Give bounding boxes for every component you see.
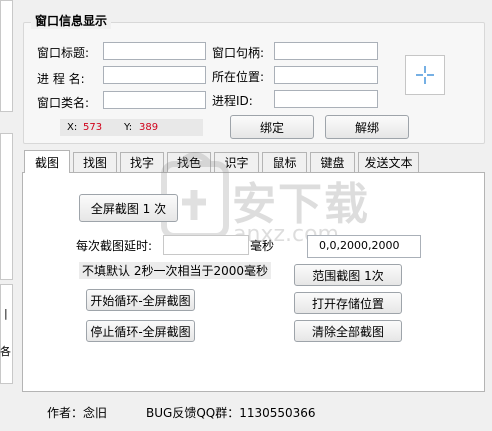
left-edge-char-1: | xyxy=(4,307,8,320)
process-id-field[interactable] xyxy=(274,90,378,108)
x-coord-label: X: xyxy=(67,122,78,133)
fullscreen-capture-button[interactable]: 全屏截图 1 次 xyxy=(79,194,178,222)
capture-region-input[interactable]: 0,0,2000,2000 xyxy=(307,235,421,258)
left-panel-edge-bottom: | 各 xyxy=(0,284,13,384)
mouse-coords-readout: X: 573 Y: 389 xyxy=(60,119,203,136)
window-handle-label: 窗口句柄: xyxy=(212,46,265,60)
window-title-field[interactable] xyxy=(103,42,206,60)
bind-button[interactable]: 绑定 xyxy=(230,115,314,139)
tab-screenshot[interactable]: 截图 xyxy=(24,150,70,173)
author-label: 作者：念旧 xyxy=(47,406,108,420)
window-class-label: 窗口类名: xyxy=(37,96,90,110)
crosshair-icon xyxy=(416,66,434,84)
delay-input[interactable] xyxy=(163,235,249,255)
window-class-field[interactable] xyxy=(103,91,206,109)
unbind-button[interactable]: 解绑 xyxy=(325,115,409,139)
crosshair-picker[interactable] xyxy=(405,55,445,95)
open-folder-button[interactable]: 打开存储位置 xyxy=(294,292,402,314)
process-id-label: 进程ID: xyxy=(212,94,253,108)
location-label: 所在位置: xyxy=(212,70,265,84)
delay-hint-text: 不填默认 2秒一次相当于2000毫秒 xyxy=(79,262,271,279)
process-name-label: 进 程 名: xyxy=(37,72,85,86)
window-title-label: 窗口标题: xyxy=(37,46,90,60)
tab-find-image[interactable]: 找图 xyxy=(73,152,117,172)
left-panel-edge-middle xyxy=(0,133,13,280)
clear-all-screenshots-button[interactable]: 清除全部截图 xyxy=(294,320,402,342)
window-info-group-title: 窗口信息显示 xyxy=(31,12,112,29)
location-field[interactable] xyxy=(274,66,378,84)
window-handle-field[interactable] xyxy=(274,42,378,60)
start-loop-capture-button[interactable]: 开始循环-全屏截图 xyxy=(86,289,195,311)
y-coord-label: Y: xyxy=(124,122,133,133)
bug-feedback-label: BUG反馈QQ群：1130550366 xyxy=(146,406,316,420)
y-coord-value: 389 xyxy=(139,122,159,133)
left-edge-char-2: 各 xyxy=(0,345,11,358)
delay-unit-label: 毫秒 xyxy=(250,239,275,253)
stop-loop-capture-button[interactable]: 停止循环-全屏截图 xyxy=(86,320,195,342)
region-capture-button[interactable]: 范围截图 1次 xyxy=(294,264,402,286)
process-name-field[interactable] xyxy=(103,66,206,84)
x-coord-value: 573 xyxy=(83,122,103,133)
tab-find-color[interactable]: 找色 xyxy=(167,152,211,172)
delay-label: 每次截图延时: xyxy=(76,239,153,253)
tab-find-text[interactable]: 找字 xyxy=(120,152,164,172)
left-panel-edge-top xyxy=(0,0,13,112)
